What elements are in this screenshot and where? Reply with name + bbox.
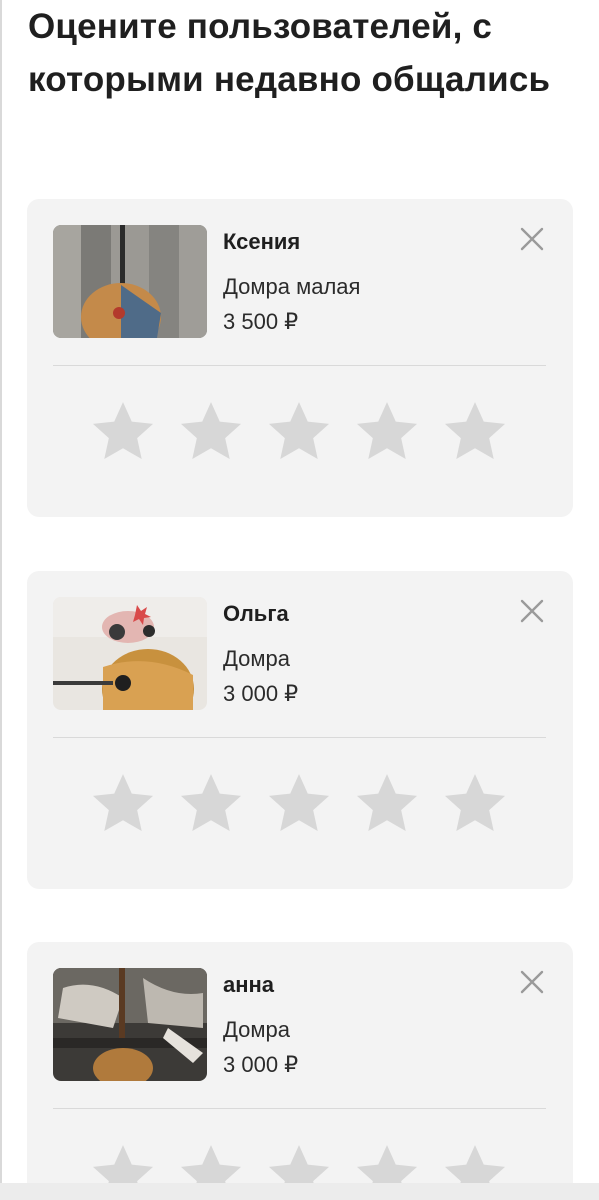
domra-photo (53, 968, 207, 1081)
star-rating[interactable] (89, 769, 509, 837)
star-icon[interactable] (177, 397, 245, 465)
user-name[interactable]: анна (223, 972, 274, 998)
rating-card: Ольга Домра 3 000 ₽ (27, 571, 573, 889)
item-price: 3 000 ₽ (223, 681, 299, 706)
domra-photo (53, 597, 207, 710)
star-icon[interactable] (353, 397, 421, 465)
left-edge-divider (0, 0, 2, 1200)
user-name[interactable]: Ксения (223, 229, 300, 255)
star-icon[interactable] (89, 397, 157, 465)
user-name[interactable]: Ольга (223, 601, 289, 627)
card-divider (53, 365, 546, 366)
item-title[interactable]: Домра малая (223, 274, 360, 300)
item-title[interactable]: Домра (223, 646, 290, 672)
star-icon[interactable] (441, 397, 509, 465)
star-icon[interactable] (265, 769, 333, 837)
star-icon[interactable] (89, 769, 157, 837)
rating-card: анна Домра 3 000 ₽ (27, 942, 573, 1200)
item-thumbnail[interactable] (53, 597, 207, 710)
card-divider (53, 737, 546, 738)
item-thumbnail[interactable] (53, 968, 207, 1081)
star-icon[interactable] (441, 769, 509, 837)
star-icon[interactable] (353, 769, 421, 837)
item-title[interactable]: Домра (223, 1017, 290, 1043)
rating-card: Ксения Домра малая 3 500 ₽ (27, 199, 573, 517)
domra-photo (53, 225, 207, 338)
close-icon[interactable] (518, 968, 546, 996)
item-price: 3 000 ₽ (223, 1052, 299, 1077)
star-rating[interactable] (89, 397, 509, 465)
close-icon[interactable] (518, 597, 546, 625)
page-title: Оцените пользователей, с которыми недавн… (28, 7, 551, 99)
card-divider (53, 1108, 546, 1109)
star-icon[interactable] (265, 397, 333, 465)
item-thumbnail[interactable] (53, 225, 207, 338)
bottom-bar-edge (0, 1183, 599, 1200)
close-icon[interactable] (518, 225, 546, 253)
star-icon[interactable] (177, 769, 245, 837)
item-price: 3 500 ₽ (223, 309, 299, 334)
rate-users-screen: Оцените пользователей, с которыми недавн… (0, 0, 599, 1200)
